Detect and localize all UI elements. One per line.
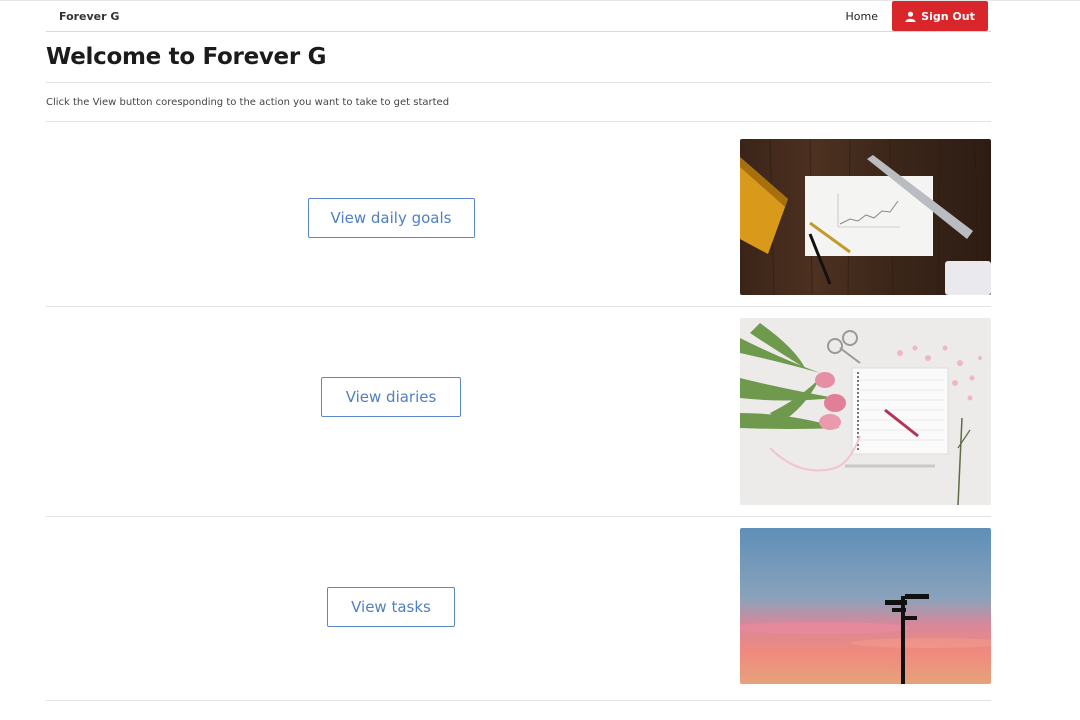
divider <box>46 516 991 517</box>
divider <box>46 700 991 701</box>
button-area: View daily goals <box>46 139 736 295</box>
desk-notebook-image <box>740 139 991 295</box>
brand-link[interactable]: Forever G <box>59 10 119 23</box>
sign-out-button[interactable]: Sign Out <box>892 1 988 31</box>
view-diaries-button[interactable]: View diaries <box>321 377 461 417</box>
view-daily-goals-button[interactable]: View daily goals <box>307 197 475 238</box>
nav-home-link[interactable]: Home <box>846 10 878 23</box>
action-row-diaries: View diaries <box>46 318 991 505</box>
view-tasks-button[interactable]: View tasks <box>327 586 455 627</box>
sign-out-label: Sign Out <box>921 9 975 23</box>
tulips-notebook-image <box>740 318 991 505</box>
page-title: Welcome to Forever G <box>46 44 327 70</box>
button-area: View tasks <box>46 528 736 684</box>
user-icon <box>905 11 916 22</box>
divider <box>46 306 991 307</box>
sunset-signpost-image <box>740 528 991 684</box>
divider <box>46 82 991 83</box>
action-row-daily-goals: View daily goals <box>46 139 991 295</box>
navbar: Forever G Home Sign Out <box>46 1 991 32</box>
action-row-tasks: View tasks <box>46 528 991 684</box>
intro-text: Click the View button coresponding to th… <box>46 97 450 108</box>
button-area: View diaries <box>46 318 736 505</box>
divider <box>46 121 991 122</box>
